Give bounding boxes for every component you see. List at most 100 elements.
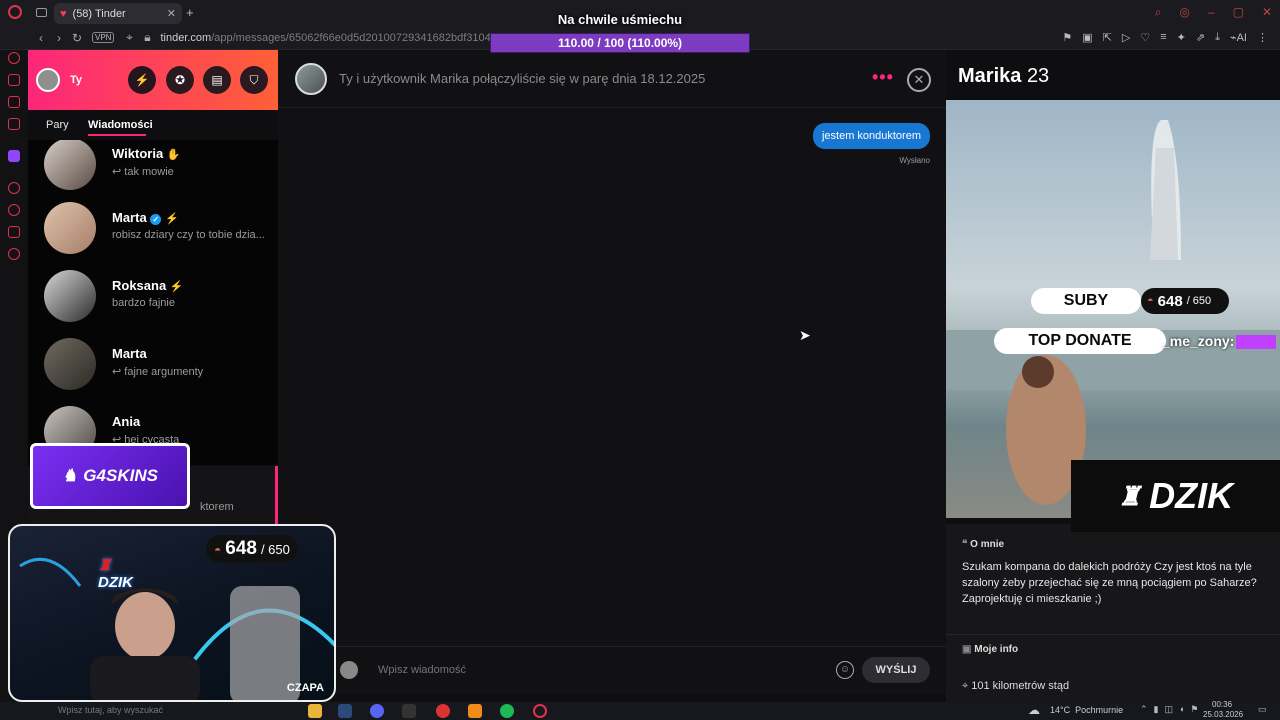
cloud-icon: ☁ bbox=[1028, 703, 1040, 717]
whatsapp-icon[interactable] bbox=[8, 96, 20, 108]
url-field[interactable]: tinder.com/app/messages/65062f66e0d5d201… bbox=[160, 32, 490, 44]
pin-icon[interactable]: ⇱ bbox=[1103, 31, 1112, 44]
weather-text[interactable]: 14°C Pochmurnie bbox=[1050, 705, 1123, 715]
tinder-favicon-icon: ♥ bbox=[60, 7, 67, 20]
top-donor: _me_zony: bbox=[1162, 333, 1277, 350]
menu-icon[interactable]: ⋮ bbox=[1257, 31, 1268, 44]
boost-button[interactable]: ⚡ bbox=[128, 66, 156, 94]
messages-list: Wiktoria ✋ ↩ tak mowie Marta ✓ ⚡ robisz … bbox=[28, 140, 278, 465]
chrome-icon[interactable] bbox=[436, 704, 450, 718]
work-button[interactable]: ▤ bbox=[203, 66, 231, 94]
notification-icon[interactable]: ▭ bbox=[1258, 704, 1267, 715]
settings-icon[interactable] bbox=[8, 248, 20, 260]
vpn-badge[interactable]: VPN bbox=[92, 32, 115, 43]
tab-pary[interactable]: Pary bbox=[46, 119, 69, 131]
avatar bbox=[44, 202, 96, 254]
hat-icon: ◓ bbox=[1147, 295, 1154, 307]
tray-icons[interactable]: ⌃▮◫◖⚑ bbox=[1140, 704, 1205, 715]
windows-taskbar: Wpisz tutaj, aby wyszukać ☁ 14°C Pochmur… bbox=[0, 700, 1280, 720]
tab-overview-icon[interactable] bbox=[36, 8, 47, 17]
maximize-icon[interactable]: ▢ bbox=[1233, 5, 1244, 20]
webcam-subs-total: / 650 bbox=[260, 542, 290, 557]
send-icon[interactable] bbox=[8, 226, 20, 238]
ai-button[interactable]: ⌁AI bbox=[1230, 31, 1247, 44]
avatar bbox=[44, 140, 96, 190]
clock-time[interactable]: 00:36 bbox=[1212, 700, 1232, 709]
boar-logo-icon: ♜ bbox=[1117, 480, 1142, 511]
spotify-icon[interactable] bbox=[500, 704, 514, 718]
tab-wiadomosci[interactable]: Wiadomości bbox=[88, 119, 153, 131]
profile-name: Marika 23 bbox=[958, 65, 1050, 87]
list-item[interactable]: Marta ↩ fajne argumenty bbox=[44, 338, 274, 398]
compass-icon: ✪ bbox=[174, 73, 186, 87]
share-icon[interactable]: ⇗ bbox=[1196, 31, 1205, 44]
match-info-text: Ty i użytkownik Marika połączyliście się… bbox=[339, 71, 706, 86]
close-window-icon[interactable]: ✕ bbox=[1262, 5, 1272, 20]
reload-icon[interactable]: ↻ bbox=[68, 31, 86, 45]
back-icon[interactable]: ‹ bbox=[32, 31, 50, 45]
close-tab-icon[interactable]: ✕ bbox=[167, 7, 176, 20]
list-item[interactable]: Roksana ⚡ bardzo fajnie bbox=[44, 270, 274, 330]
lightning-icon: ⚡ bbox=[134, 73, 150, 87]
minimize-icon[interactable]: – bbox=[1208, 5, 1215, 20]
avatar[interactable] bbox=[295, 63, 327, 95]
taskbar-search[interactable]: Wpisz tutaj, aby wyszukać bbox=[58, 705, 163, 715]
snapshot-icon[interactable]: ▣ bbox=[1082, 31, 1092, 44]
shield-icon: ⛉ bbox=[249, 72, 259, 87]
search-icon[interactable]: ⌕ bbox=[1155, 5, 1162, 20]
browser-tab-tinder[interactable]: ♥ (58) Tinder ✕ bbox=[54, 3, 182, 24]
instagram-icon[interactable] bbox=[8, 118, 20, 130]
lock-icon[interactable]: 🔒︎ bbox=[138, 30, 156, 45]
boar-icon: ♜ bbox=[98, 557, 112, 574]
telegram-icon[interactable] bbox=[8, 74, 20, 86]
list-item[interactable]: Marta ✓ ⚡ robisz dziary czy to tobie dzi… bbox=[44, 202, 274, 262]
opera-icon[interactable] bbox=[533, 704, 547, 718]
dzik-sponsor-banner: ♜ DZIK bbox=[1071, 460, 1280, 532]
extensions-icon[interactable]: ✦ bbox=[1177, 31, 1186, 44]
webcam-subs-counter: ◓ 648 / 650 bbox=[206, 535, 298, 563]
opera-logo-icon[interactable] bbox=[8, 5, 22, 19]
spotify-icon[interactable] bbox=[340, 661, 358, 679]
user-name[interactable]: Ty bbox=[70, 74, 82, 86]
emoji-icon[interactable]: ☺ bbox=[836, 661, 854, 679]
play-icon[interactable]: ▷ bbox=[1122, 31, 1130, 44]
info-icon: ▣ bbox=[962, 644, 972, 655]
list-item[interactable]: Wiktoria ✋ ↩ tak mowie bbox=[44, 140, 274, 198]
close-chat-button[interactable]: ✕ bbox=[907, 68, 931, 92]
subs-counter: ◓ 648 / 650 bbox=[1141, 288, 1229, 314]
player-icon[interactable] bbox=[8, 182, 20, 194]
twitch-icon[interactable] bbox=[8, 150, 20, 162]
bookmark-icon[interactable]: ⚑ bbox=[1062, 31, 1072, 44]
file-explorer-icon[interactable] bbox=[308, 704, 322, 718]
profile-age: 23 bbox=[1026, 65, 1050, 87]
discord-icon[interactable] bbox=[370, 704, 384, 718]
history-icon[interactable] bbox=[8, 204, 20, 216]
forward-icon[interactable]: › bbox=[50, 31, 68, 45]
mouse-cursor-icon: ➤ bbox=[799, 327, 811, 343]
more-options-icon[interactable]: ••• bbox=[872, 67, 894, 88]
vlc-icon[interactable] bbox=[468, 704, 482, 718]
safety-button[interactable]: ⛉ bbox=[240, 66, 268, 94]
new-tab-button[interactable]: + bbox=[186, 5, 194, 20]
send-button[interactable]: WYŚLIJ bbox=[862, 657, 930, 683]
avatar[interactable] bbox=[36, 68, 60, 92]
heart-icon[interactable]: ♡ bbox=[1140, 31, 1150, 44]
messenger-icon[interactable] bbox=[8, 52, 20, 64]
clock-date[interactable]: 25.03.2026 bbox=[1203, 710, 1243, 719]
message-input[interactable] bbox=[378, 661, 818, 679]
easy-setup-icon[interactable]: ≡ bbox=[1160, 31, 1166, 44]
epic-games-icon[interactable] bbox=[402, 704, 416, 718]
message-preview: robisz dziary czy to tobie dzia... bbox=[112, 229, 265, 241]
explore-button[interactable]: ✪ bbox=[166, 66, 194, 94]
chat-messages: jestem konduktorem Wysłano ➤ bbox=[278, 108, 946, 646]
download-icon[interactable]: ⤓ bbox=[1215, 31, 1220, 44]
profile-icon[interactable]: ◎ bbox=[1179, 5, 1189, 20]
steam-icon[interactable] bbox=[338, 704, 352, 718]
ai-label: AI bbox=[1236, 32, 1247, 44]
message-bubble[interactable]: jestem konduktorem bbox=[812, 123, 930, 149]
webcam-dzik-logo: ♜ DZIK bbox=[98, 557, 133, 591]
close-icon: ✕ bbox=[913, 72, 925, 87]
briefcase-icon: ▤ bbox=[211, 73, 223, 87]
location-icon[interactable]: ⌖ bbox=[120, 30, 138, 45]
active-tab-underline bbox=[88, 134, 146, 136]
